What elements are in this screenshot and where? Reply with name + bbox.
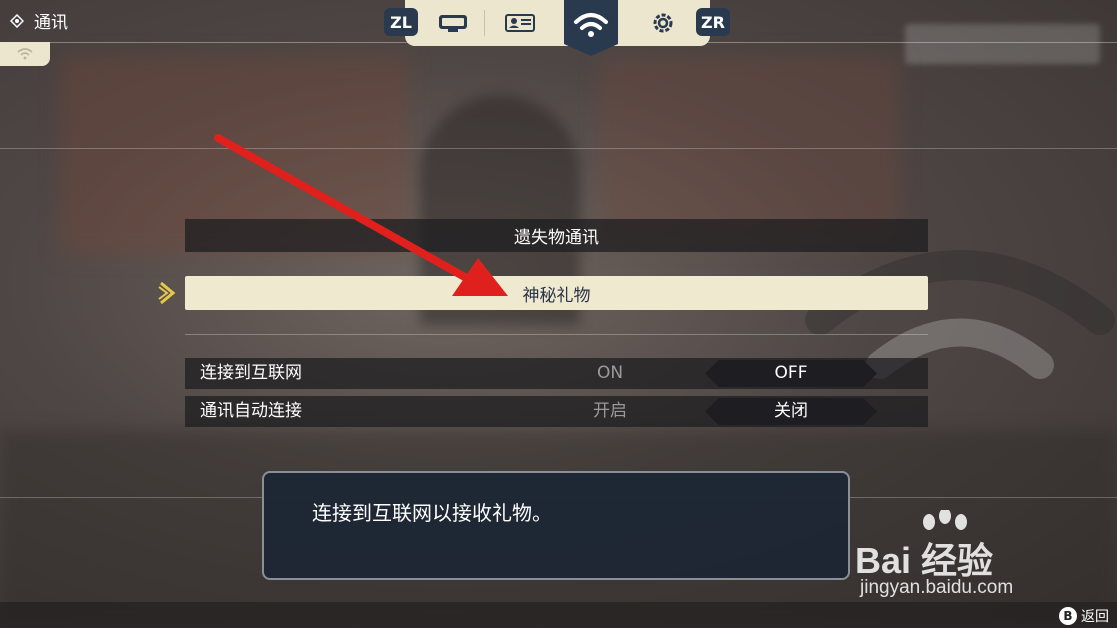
annotation-arrow xyxy=(214,134,508,296)
